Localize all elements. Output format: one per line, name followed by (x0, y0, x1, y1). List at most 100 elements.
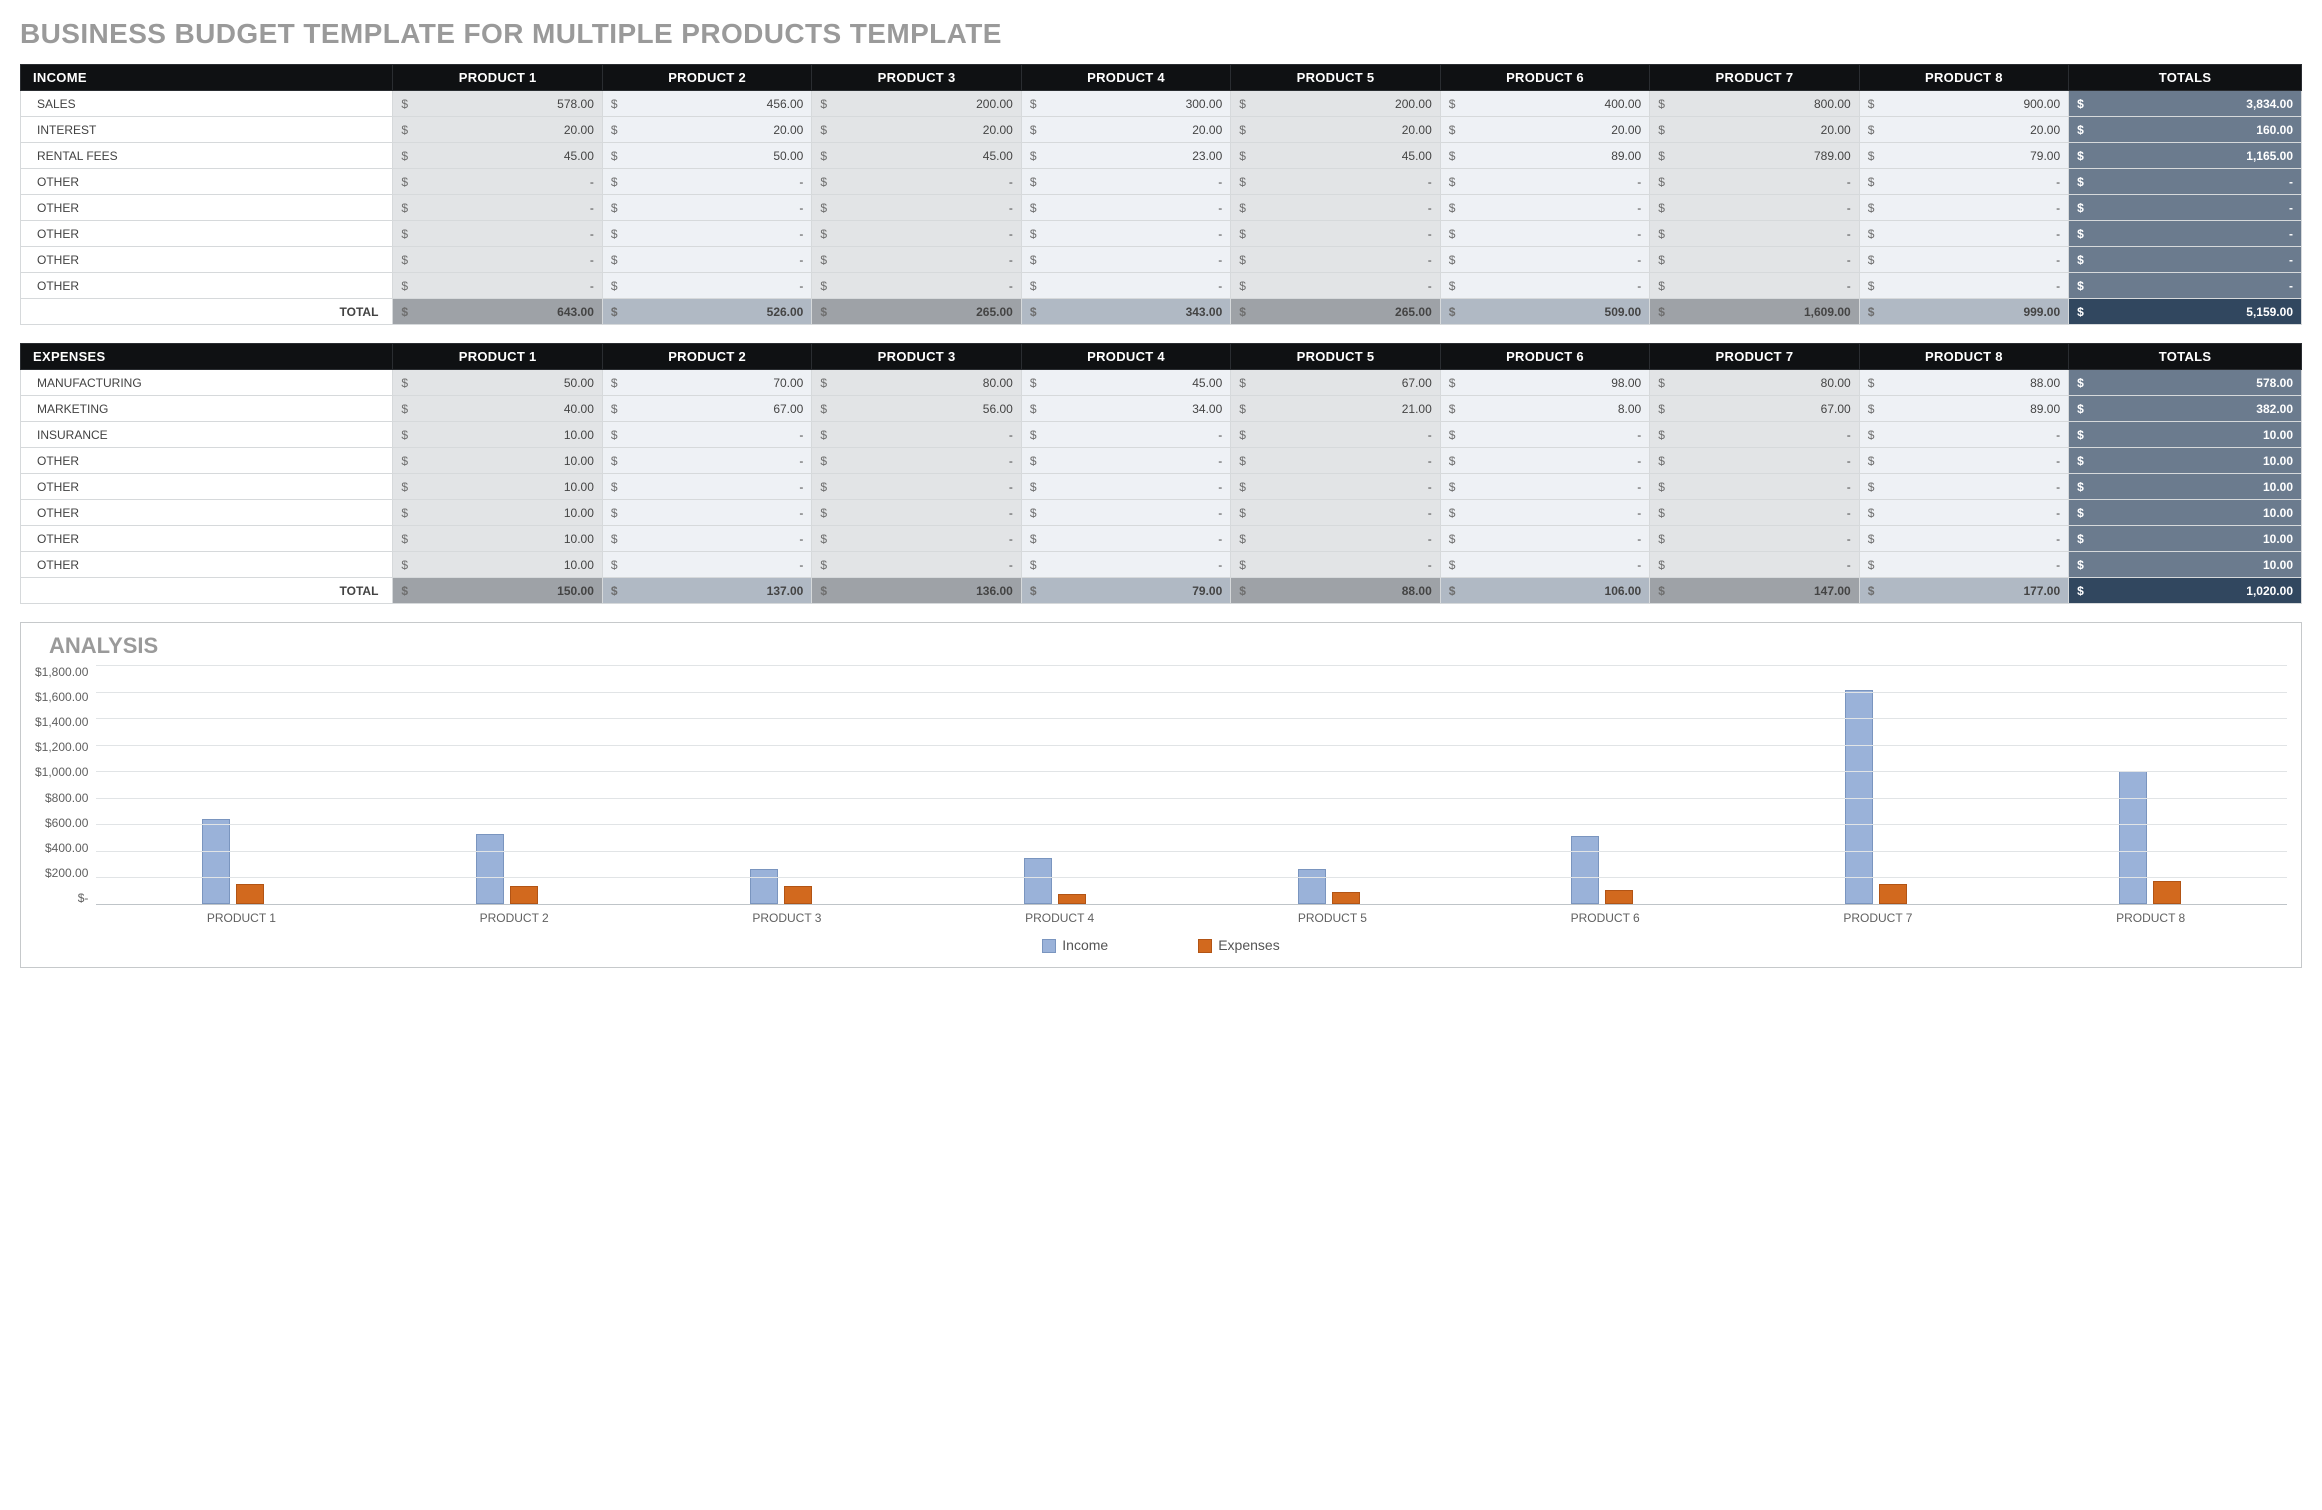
cell[interactable]: $- (1650, 247, 1859, 273)
cell[interactable]: $67.00 (1231, 370, 1440, 396)
cell[interactable]: $10.00 (393, 500, 602, 526)
cell[interactable]: $89.00 (1440, 143, 1649, 169)
cell[interactable]: $- (1231, 247, 1440, 273)
cell[interactable]: $- (602, 474, 811, 500)
cell[interactable]: $- (1650, 221, 1859, 247)
cell[interactable]: $- (812, 169, 1021, 195)
cell[interactable]: $- (1440, 273, 1649, 299)
cell[interactable]: $- (1440, 221, 1649, 247)
cell[interactable]: $20.00 (602, 117, 811, 143)
cell[interactable]: $- (1859, 526, 2068, 552)
cell[interactable]: $67.00 (1650, 396, 1859, 422)
cell[interactable]: $- (1021, 500, 1230, 526)
cell[interactable]: $- (393, 221, 602, 247)
cell[interactable]: $21.00 (1231, 396, 1440, 422)
cell[interactable]: $- (393, 195, 602, 221)
cell[interactable]: $- (602, 195, 811, 221)
cell[interactable]: $- (1859, 552, 2068, 578)
cell[interactable]: $- (1650, 448, 1859, 474)
cell[interactable]: $- (1021, 422, 1230, 448)
cell[interactable]: $- (1650, 474, 1859, 500)
cell[interactable]: $10.00 (393, 474, 602, 500)
cell[interactable]: $- (1859, 500, 2068, 526)
cell[interactable]: $50.00 (393, 370, 602, 396)
cell[interactable]: $- (1650, 422, 1859, 448)
cell[interactable]: $88.00 (1859, 370, 2068, 396)
cell[interactable]: $- (1650, 552, 1859, 578)
cell[interactable]: $45.00 (1021, 370, 1230, 396)
cell[interactable]: $578.00 (393, 91, 602, 117)
cell[interactable]: $- (602, 526, 811, 552)
cell[interactable]: $- (1231, 195, 1440, 221)
cell[interactable]: $- (812, 474, 1021, 500)
cell[interactable]: $- (1021, 169, 1230, 195)
cell[interactable]: $789.00 (1650, 143, 1859, 169)
cell[interactable]: $- (602, 422, 811, 448)
cell[interactable]: $- (602, 221, 811, 247)
cell[interactable]: $79.00 (1859, 143, 2068, 169)
cell[interactable]: $- (812, 552, 1021, 578)
cell[interactable]: $- (1440, 474, 1649, 500)
cell[interactable]: $- (1231, 552, 1440, 578)
cell[interactable]: $- (1231, 169, 1440, 195)
cell[interactable]: $- (1859, 221, 2068, 247)
cell[interactable]: $- (1859, 448, 2068, 474)
cell[interactable]: $20.00 (1859, 117, 2068, 143)
cell[interactable]: $- (1021, 526, 1230, 552)
cell[interactable]: $- (1231, 448, 1440, 474)
cell[interactable]: $- (1859, 247, 2068, 273)
cell[interactable]: $- (812, 221, 1021, 247)
cell[interactable]: $20.00 (1650, 117, 1859, 143)
cell[interactable]: $- (1231, 474, 1440, 500)
cell[interactable]: $34.00 (1021, 396, 1230, 422)
cell[interactable]: $10.00 (393, 448, 602, 474)
cell[interactable]: $400.00 (1440, 91, 1649, 117)
cell[interactable]: $- (602, 169, 811, 195)
cell[interactable]: $- (1650, 169, 1859, 195)
cell[interactable]: $456.00 (602, 91, 811, 117)
cell[interactable]: $80.00 (812, 370, 1021, 396)
cell[interactable]: $80.00 (1650, 370, 1859, 396)
cell[interactable]: $67.00 (602, 396, 811, 422)
cell[interactable]: $- (1859, 195, 2068, 221)
cell[interactable]: $- (812, 247, 1021, 273)
cell[interactable]: $40.00 (393, 396, 602, 422)
cell[interactable]: $- (1021, 448, 1230, 474)
cell[interactable]: $- (1231, 422, 1440, 448)
cell[interactable]: $- (1440, 500, 1649, 526)
cell[interactable]: $- (1231, 221, 1440, 247)
cell[interactable]: $20.00 (1440, 117, 1649, 143)
cell[interactable]: $- (1021, 247, 1230, 273)
cell[interactable]: $- (393, 273, 602, 299)
cell[interactable]: $- (1650, 500, 1859, 526)
cell[interactable]: $- (1440, 195, 1649, 221)
cell[interactable]: $20.00 (393, 117, 602, 143)
cell[interactable]: $- (602, 247, 811, 273)
cell[interactable]: $20.00 (1231, 117, 1440, 143)
cell[interactable]: $- (1440, 526, 1649, 552)
cell[interactable]: $8.00 (1440, 396, 1649, 422)
cell[interactable]: $- (812, 500, 1021, 526)
cell[interactable]: $- (1650, 273, 1859, 299)
cell[interactable]: $- (1231, 500, 1440, 526)
cell[interactable]: $- (1859, 169, 2068, 195)
cell[interactable]: $- (1650, 195, 1859, 221)
cell[interactable]: $- (393, 247, 602, 273)
cell[interactable]: $45.00 (812, 143, 1021, 169)
cell[interactable]: $- (812, 422, 1021, 448)
cell[interactable]: $50.00 (602, 143, 811, 169)
cell[interactable]: $89.00 (1859, 396, 2068, 422)
cell[interactable]: $56.00 (812, 396, 1021, 422)
cell[interactable]: $- (1021, 195, 1230, 221)
cell[interactable]: $- (1440, 247, 1649, 273)
cell[interactable]: $10.00 (393, 422, 602, 448)
cell[interactable]: $- (812, 448, 1021, 474)
cell[interactable]: $200.00 (1231, 91, 1440, 117)
cell[interactable]: $- (1021, 552, 1230, 578)
cell[interactable]: $- (1650, 526, 1859, 552)
cell[interactable]: $- (1231, 526, 1440, 552)
cell[interactable]: $- (1021, 273, 1230, 299)
cell[interactable]: $800.00 (1650, 91, 1859, 117)
cell[interactable]: $- (1440, 448, 1649, 474)
cell[interactable]: $10.00 (393, 526, 602, 552)
